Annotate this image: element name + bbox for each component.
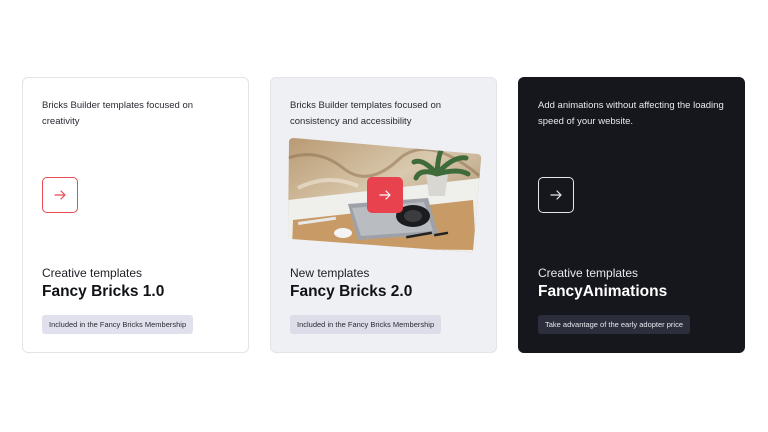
arrow-right-icon [379,190,391,200]
card-eyebrow: New templates [290,266,370,280]
card-eyebrow: Creative templates [538,266,639,280]
open-card-button[interactable] [367,177,403,213]
card-title: Fancy Bricks 2.0 [290,283,413,300]
arrow-right-icon [54,190,66,200]
card-title: FancyAnimations [538,283,668,300]
card-title: Fancy Bricks 1.0 [42,283,165,300]
open-card-button[interactable] [538,177,574,213]
product-card-fancy-bricks-1[interactable]: Bricks Builder templates focused on crea… [22,77,249,353]
card-description: Bricks Builder templates focused on crea… [42,100,194,127]
card-description: Bricks Builder templates focused on cons… [290,100,442,127]
arrow-right-icon [550,190,562,200]
open-card-button[interactable] [42,177,78,213]
card-badge: Included in the Fancy Bricks Membership [290,315,442,334]
product-card-fancy-bricks-2[interactable]: Bricks Builder templates focused on cons… [270,77,497,353]
product-card-fancy-animations[interactable]: Add animations without affecting the loa… [518,77,745,353]
card-badge: Included in the Fancy Bricks Membership [42,315,194,334]
card-eyebrow: Creative templates [42,266,143,280]
card-description: Add animations without affecting the loa… [538,100,724,127]
card-badge: Take advantage of the early adopter pric… [538,315,691,334]
